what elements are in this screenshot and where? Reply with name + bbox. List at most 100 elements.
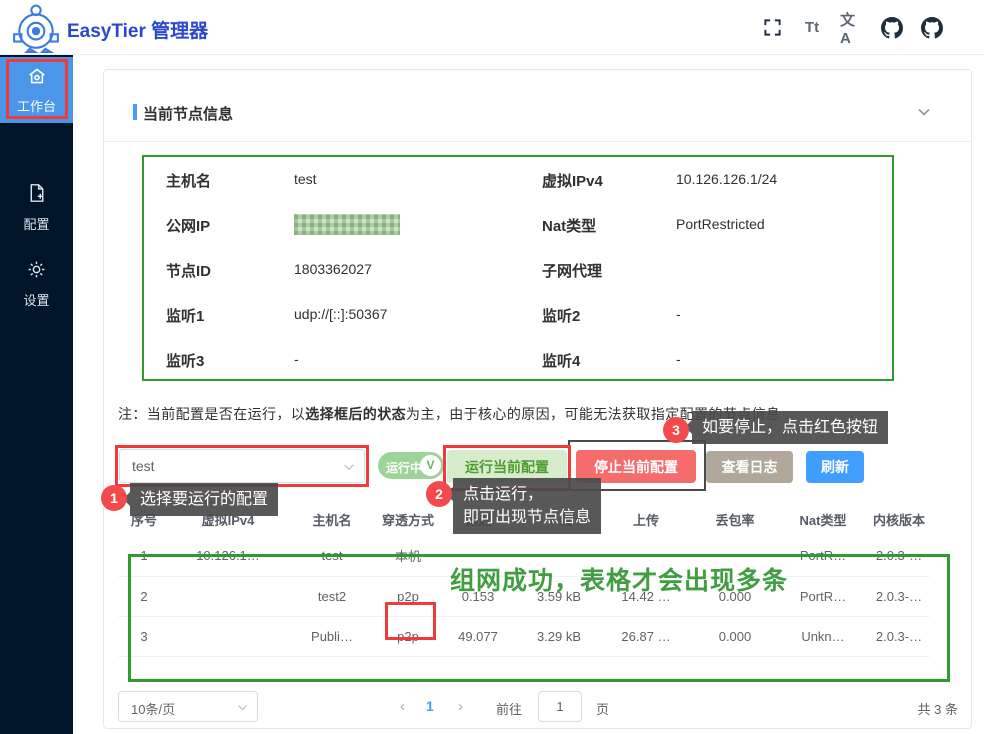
cell: 2.0.3-…	[868, 616, 930, 656]
translate-icon[interactable]: 文A	[840, 16, 864, 40]
cell: 10.126.1…	[170, 536, 286, 576]
info-value-node-id: 1803362027	[294, 261, 372, 277]
info-row: 公网IP Nat类型 PortRestricted	[144, 202, 892, 247]
info-label: 监听4	[542, 350, 580, 371]
page-size-value: 10条/页	[131, 699, 175, 718]
col-header-upload[interactable]: 上传	[600, 505, 692, 536]
sidebar-item-config[interactable]: 配置	[0, 183, 73, 233]
app-title: EasyTier 管理器	[67, 16, 208, 43]
sidebar-item-label: 工作台	[0, 96, 73, 115]
node-info-panel-header[interactable]: 当前节点信息	[103, 69, 972, 142]
masked-ip-block	[294, 214, 400, 235]
info-row: 监听3 - 监听4 -	[144, 337, 892, 382]
info-label: Nat类型	[542, 215, 596, 236]
col-header-loss-rate[interactable]: 丢包率	[692, 505, 778, 536]
page-size-select[interactable]: 10条/页	[118, 691, 258, 722]
config-select-value: test	[132, 458, 155, 474]
sidebar-item-workbench[interactable]: 工作台	[0, 57, 73, 123]
cell: test	[286, 536, 378, 576]
col-header-nat-type[interactable]: Nat类型	[778, 505, 868, 536]
cell: p2p	[378, 616, 438, 656]
github-icon-2[interactable]	[920, 16, 944, 40]
panel-title: 当前节点信息	[143, 103, 233, 124]
step-tooltip-2: 点击运行， 即可出现节点信息	[453, 478, 601, 534]
cell	[170, 616, 286, 656]
goto-label: 前往	[496, 699, 522, 718]
info-value-nat-type: PortRestricted	[676, 216, 765, 232]
chevron-down-icon[interactable]	[916, 104, 932, 125]
info-row: 监听1 udp://[::]:50367 监听2 -	[144, 292, 892, 337]
page-unit-label: 页	[596, 699, 609, 718]
header-toolbar: Tt 文A	[760, 0, 944, 55]
cell: PortR…	[778, 576, 868, 616]
cell: 1	[118, 536, 170, 576]
step-badge-2: 2	[426, 481, 452, 507]
app-logo-icon	[11, 3, 61, 53]
running-status-switch[interactable]: 运行中 V	[378, 452, 444, 479]
note-text: 注：当前配置是否在运行，以	[118, 406, 305, 422]
sidebar-item-label: 设置	[0, 290, 73, 309]
info-value-listener1: udp://[::]:50367	[294, 306, 387, 322]
refresh-button[interactable]: 刷新	[806, 451, 864, 483]
fullscreen-icon[interactable]	[760, 16, 784, 40]
sidebar-item-label: 配置	[0, 214, 73, 233]
step-tooltip-3: 如要停止，点击红色按钮	[692, 411, 888, 444]
step-tooltip-1: 选择要运行的配置	[130, 483, 278, 516]
cell	[170, 576, 286, 616]
info-value-public-ip	[294, 216, 400, 238]
info-label: 节点ID	[166, 260, 211, 281]
total-count: 共 3 条	[918, 699, 958, 718]
cell: PortR…	[778, 536, 868, 576]
col-header-kernel-version[interactable]: 内核版本	[868, 505, 930, 536]
node-info-box: 主机名 test 虚拟IPv4 10.126.126.1/24 公网IP Nat…	[142, 155, 894, 381]
tooltip-line: 即可出现节点信息	[463, 509, 591, 526]
goto-page-input[interactable]	[538, 691, 582, 722]
sidebar-nav: 工作台 配置 设置	[0, 55, 73, 734]
prev-page-button[interactable]: ‹	[400, 698, 405, 715]
step-badge-3: 3	[663, 417, 689, 443]
home-icon	[27, 67, 47, 85]
col-header-hostname[interactable]: 主机名	[286, 505, 378, 536]
info-label: 公网IP	[166, 215, 210, 236]
cell: 2.0.3-…	[868, 576, 930, 616]
pagination-bar: 10条/页 ‹ 1 › 前往 页 共 3 条	[118, 691, 958, 723]
col-header-route-mode[interactable]: 穿透方式	[378, 505, 438, 536]
github-icon[interactable]	[880, 16, 904, 40]
cell: 本机	[378, 536, 438, 576]
info-label: 子网代理	[542, 260, 602, 281]
info-label: 监听1	[166, 305, 204, 326]
cell: p2p	[378, 576, 438, 616]
font-size-icon[interactable]: Tt	[800, 16, 824, 40]
cell: 2.0.3-…	[868, 536, 930, 576]
cell: Unkn…	[778, 616, 868, 656]
info-value-listener2: -	[676, 306, 681, 322]
chevron-down-icon	[342, 460, 356, 479]
cell: 26.87 …	[600, 616, 692, 656]
info-value-listener4: -	[676, 351, 681, 367]
cell: 2	[118, 576, 170, 616]
cell: 49.077	[438, 616, 518, 656]
current-page[interactable]: 1	[426, 698, 434, 714]
tooltip-line: 点击运行，	[463, 486, 543, 503]
info-row: 主机名 test 虚拟IPv4 10.126.126.1/24	[144, 157, 892, 202]
chevron-down-icon	[236, 701, 249, 717]
title-accent-bar	[133, 104, 137, 120]
cell: 3.29 kB	[518, 616, 600, 656]
info-value-listener3: -	[294, 351, 299, 367]
switch-knob: V	[420, 455, 441, 476]
table-row[interactable]: 3 Publi… p2p 49.077 3.29 kB 26.87 … 0.00…	[118, 616, 930, 656]
cell: Publi…	[286, 616, 378, 656]
next-page-button[interactable]: ›	[458, 698, 463, 715]
annotation-table-note: 组网成功，表格才会出现多条	[450, 561, 788, 597]
info-value-hostname: test	[294, 171, 317, 187]
top-header: EasyTier 管理器 Tt 文A	[0, 0, 984, 55]
view-logs-button[interactable]: 查看日志	[706, 451, 793, 483]
info-label: 虚拟IPv4	[542, 170, 603, 191]
info-value-virtual-ipv4: 10.126.126.1/24	[676, 171, 777, 187]
config-select[interactable]: test	[119, 449, 365, 483]
cell: 0.000	[692, 616, 778, 656]
info-label: 主机名	[166, 170, 211, 191]
info-label: 监听3	[166, 350, 204, 371]
switch-label: 运行中	[386, 459, 422, 476]
sidebar-item-settings[interactable]: 设置	[0, 260, 73, 309]
